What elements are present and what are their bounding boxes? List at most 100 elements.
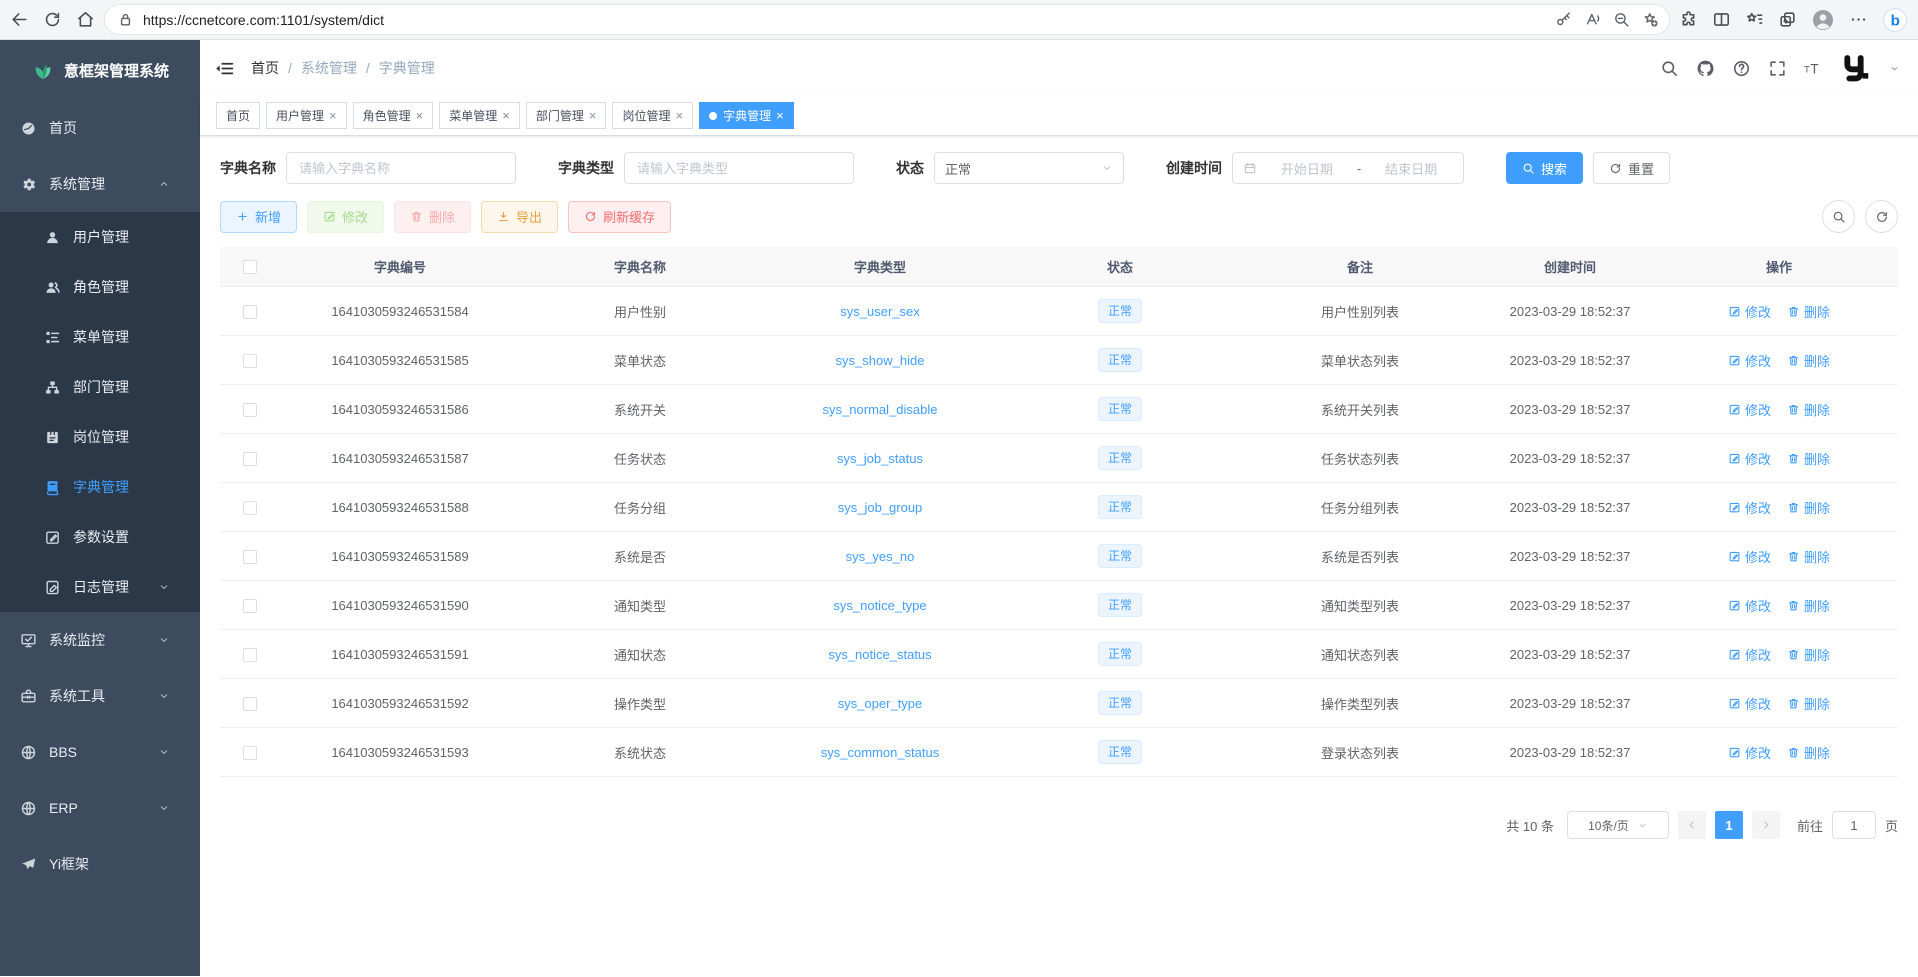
sidebar-item-role-management[interactable]: 角色管理 bbox=[0, 262, 200, 312]
duplicate-tab-icon[interactable] bbox=[1778, 10, 1797, 29]
tab-close-icon[interactable]: × bbox=[416, 108, 424, 123]
row-delete-button[interactable]: 删除 bbox=[1787, 596, 1830, 615]
collections-icon[interactable] bbox=[1745, 10, 1764, 29]
dict-type-link[interactable]: sys_common_status bbox=[821, 745, 940, 760]
page-size-select[interactable]: 10条/页 bbox=[1567, 811, 1669, 839]
date-range-picker[interactable]: 开始日期 - 结束日期 bbox=[1232, 152, 1464, 184]
tab-dept-management[interactable]: 部门管理× bbox=[526, 102, 607, 129]
row-delete-button[interactable]: 删除 bbox=[1787, 449, 1830, 468]
tab-user-management[interactable]: 用户管理× bbox=[266, 102, 347, 129]
fullscreen-icon[interactable] bbox=[1768, 59, 1787, 78]
refresh-table-button[interactable] bbox=[1865, 200, 1898, 233]
row-delete-button[interactable]: 删除 bbox=[1787, 351, 1830, 370]
row-checkbox[interactable] bbox=[243, 501, 257, 515]
tab-close-icon[interactable]: × bbox=[776, 108, 784, 123]
sidebar-item-dict-management[interactable]: 字典管理 bbox=[0, 462, 200, 512]
back-icon[interactable] bbox=[10, 10, 29, 29]
avatar-caret-icon[interactable] bbox=[1889, 63, 1900, 74]
sidebar-item-menu-management[interactable]: 菜单管理 bbox=[0, 312, 200, 362]
row-checkbox[interactable] bbox=[243, 354, 257, 368]
select-all-checkbox[interactable] bbox=[243, 260, 257, 274]
dict-type-link[interactable]: sys_yes_no bbox=[846, 549, 915, 564]
sidebar-item-log-management[interactable]: 日志管理 bbox=[0, 562, 200, 612]
dict-type-link[interactable]: sys_show_hide bbox=[836, 353, 925, 368]
text-size-icon[interactable]: TT bbox=[1804, 59, 1823, 78]
goto-page-input[interactable] bbox=[1832, 811, 1876, 839]
row-delete-button[interactable]: 删除 bbox=[1787, 645, 1830, 664]
row-checkbox[interactable] bbox=[243, 599, 257, 613]
status-select[interactable]: 正常 bbox=[934, 152, 1124, 184]
tab-close-icon[interactable]: × bbox=[589, 108, 597, 123]
row-edit-button[interactable]: 修改 bbox=[1728, 645, 1771, 664]
home-icon[interactable] bbox=[76, 10, 95, 29]
row-edit-button[interactable]: 修改 bbox=[1728, 302, 1771, 321]
tab-home[interactable]: 首页 bbox=[216, 102, 260, 129]
dict-type-link[interactable]: sys_user_sex bbox=[840, 304, 919, 319]
breadcrumb-item[interactable]: 首页 bbox=[251, 58, 279, 78]
hamburger-icon[interactable] bbox=[214, 58, 235, 79]
sidebar-item-post-management[interactable]: 岗位管理 bbox=[0, 412, 200, 462]
sidebar-item-system-tools[interactable]: 系统工具 bbox=[0, 668, 200, 724]
row-checkbox[interactable] bbox=[243, 648, 257, 662]
row-edit-button[interactable]: 修改 bbox=[1728, 498, 1771, 517]
more-menu-icon[interactable] bbox=[1849, 10, 1868, 29]
github-icon[interactable] bbox=[1696, 59, 1715, 78]
dict-type-link[interactable]: sys_normal_disable bbox=[823, 402, 938, 417]
sidebar-item-dept-management[interactable]: 部门管理 bbox=[0, 362, 200, 412]
sidebar-item-home[interactable]: 首页 bbox=[0, 100, 200, 156]
tab-close-icon[interactable]: × bbox=[675, 108, 683, 123]
row-delete-button[interactable]: 删除 bbox=[1787, 694, 1830, 713]
address-bar[interactable]: https://ccnetcore.com:1101/system/dict bbox=[105, 5, 1669, 34]
sidebar-item-system-monitor[interactable]: 系统监控 bbox=[0, 612, 200, 668]
row-edit-button[interactable]: 修改 bbox=[1728, 547, 1771, 566]
add-button[interactable]: 新增 bbox=[220, 201, 297, 233]
delete-button[interactable]: 删除 bbox=[394, 201, 471, 233]
tab-post-management[interactable]: 岗位管理× bbox=[612, 102, 693, 129]
row-checkbox[interactable] bbox=[243, 746, 257, 760]
yi-logo-avatar[interactable] bbox=[1840, 52, 1872, 84]
sidebar-item-erp[interactable]: ERP bbox=[0, 780, 200, 836]
row-checkbox[interactable] bbox=[243, 452, 257, 466]
search-button[interactable]: 搜索 bbox=[1506, 152, 1583, 184]
sidebar-item-user-management[interactable]: 用户管理 bbox=[0, 212, 200, 262]
prev-page-button[interactable] bbox=[1678, 811, 1706, 839]
breadcrumb-item[interactable]: 系统管理 bbox=[301, 58, 357, 78]
dict-type-link[interactable]: sys_job_group bbox=[838, 500, 923, 515]
search-icon[interactable] bbox=[1660, 59, 1679, 78]
sidebar-item-yi-framework[interactable]: Yi框架 bbox=[0, 836, 200, 892]
row-checkbox[interactable] bbox=[243, 305, 257, 319]
split-screen-icon[interactable] bbox=[1712, 10, 1731, 29]
tab-dict-management[interactable]: 字典管理× bbox=[699, 102, 794, 129]
export-button[interactable]: 导出 bbox=[481, 201, 558, 233]
row-edit-button[interactable]: 修改 bbox=[1728, 694, 1771, 713]
next-page-button[interactable] bbox=[1752, 811, 1780, 839]
row-delete-button[interactable]: 删除 bbox=[1787, 743, 1830, 762]
row-checkbox[interactable] bbox=[243, 403, 257, 417]
dict-type-link[interactable]: sys_notice_status bbox=[828, 647, 931, 662]
row-edit-button[interactable]: 修改 bbox=[1728, 400, 1771, 419]
reset-button[interactable]: 重置 bbox=[1593, 152, 1670, 184]
tab-close-icon[interactable]: × bbox=[329, 108, 337, 123]
profile-avatar-icon[interactable] bbox=[1811, 8, 1835, 32]
dict-type-link[interactable]: sys_job_status bbox=[837, 451, 923, 466]
row-edit-button[interactable]: 修改 bbox=[1728, 351, 1771, 370]
dict-type-input[interactable] bbox=[624, 152, 854, 184]
dict-name-input[interactable] bbox=[286, 152, 516, 184]
favorites-add-icon[interactable] bbox=[1642, 11, 1659, 28]
refresh-icon[interactable] bbox=[43, 10, 62, 29]
row-delete-button[interactable]: 删除 bbox=[1787, 498, 1830, 517]
row-delete-button[interactable]: 删除 bbox=[1787, 400, 1830, 419]
read-aloud-icon[interactable] bbox=[1584, 11, 1601, 28]
key-icon[interactable] bbox=[1555, 11, 1572, 28]
sidebar-item-system-management[interactable]: 系统管理 bbox=[0, 156, 200, 212]
tab-close-icon[interactable]: × bbox=[502, 108, 510, 123]
sidebar-item-param-settings[interactable]: 参数设置 bbox=[0, 512, 200, 562]
edit-button[interactable]: 修改 bbox=[307, 201, 384, 233]
row-delete-button[interactable]: 删除 bbox=[1787, 547, 1830, 566]
tab-menu-management[interactable]: 菜单管理× bbox=[439, 102, 520, 129]
help-icon[interactable] bbox=[1732, 59, 1751, 78]
bing-chat-icon[interactable]: b bbox=[1882, 7, 1908, 33]
row-checkbox[interactable] bbox=[243, 697, 257, 711]
tab-role-management[interactable]: 角色管理× bbox=[353, 102, 434, 129]
row-edit-button[interactable]: 修改 bbox=[1728, 449, 1771, 468]
